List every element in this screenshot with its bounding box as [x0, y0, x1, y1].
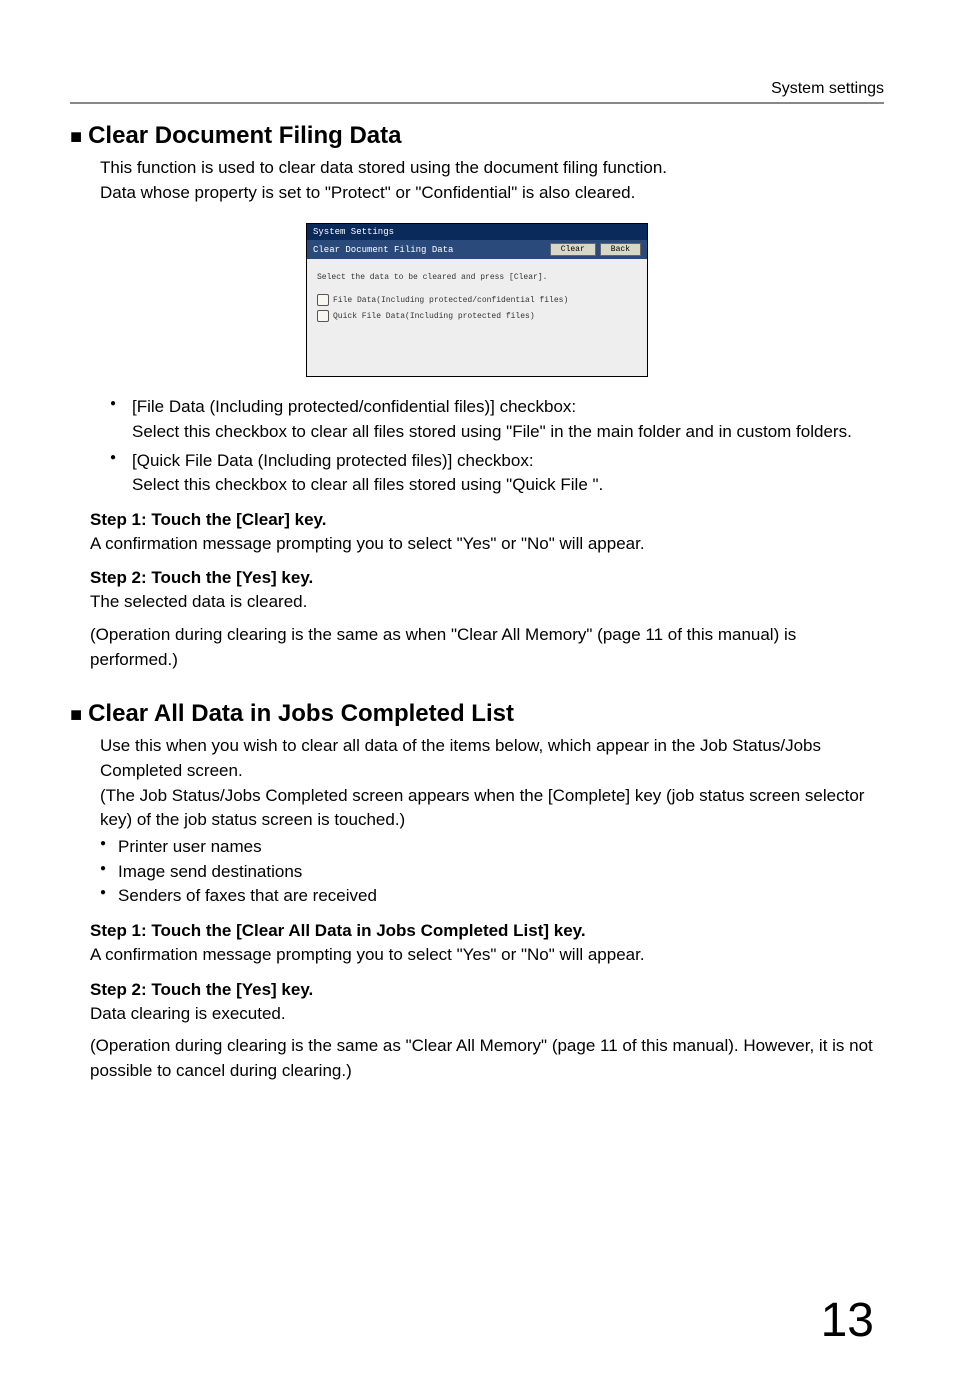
bullet-file-data-body: Select this checkbox to clear all files …	[132, 420, 884, 445]
s2-step2-body1: Data clearing is executed.	[90, 1002, 884, 1027]
item-printer-user-names: Printer user names	[100, 835, 884, 860]
section1-title-text: Clear Document Filing Data	[88, 122, 401, 149]
s1-step1-body: A confirmation message prompting you to …	[90, 532, 884, 557]
section1-intro1: This function is used to clear data stor…	[100, 156, 884, 181]
s1-step2-body2: (Operation during clearing is the same a…	[90, 623, 884, 672]
bullet-file-data: [File Data (Including protected/confiden…	[110, 395, 884, 444]
section2-intro1: Use this when you wish to clear all data…	[100, 734, 884, 783]
s2-step2-title: Step 2: Touch the [Yes] key.	[90, 980, 884, 1000]
section2-intro2: (The Job Status/Jobs Completed screen ap…	[100, 784, 884, 833]
bullet-quick-file-head: [Quick File Data (Including protected fi…	[132, 451, 534, 470]
ss-check-file-data[interactable]	[317, 294, 329, 306]
s2-step1-body: A confirmation message prompting you to …	[90, 943, 884, 968]
ss-system-settings: System Settings	[307, 224, 647, 240]
ss-title: Clear Document Filing Data	[313, 245, 550, 255]
section2-title-text: Clear All Data in Jobs Completed List	[88, 700, 514, 727]
section2-title: ■ Clear All Data in Jobs Completed List	[70, 700, 884, 728]
s1-step2-body1: The selected data is cleared.	[90, 590, 884, 615]
item-image-send-dest: Image send destinations	[100, 860, 884, 885]
bullet-quick-file: [Quick File Data (Including protected fi…	[110, 449, 884, 498]
s1-step2-title: Step 2: Touch the [Yes] key.	[90, 568, 884, 588]
s1-step1-title: Step 1: Touch the [Clear] key.	[90, 510, 884, 530]
square-bullet-icon: ■	[70, 704, 82, 726]
ss-check-quick-file[interactable]	[317, 310, 329, 322]
s2-step2-body2: (Operation during clearing is the same a…	[90, 1034, 884, 1083]
item-senders-faxes: Senders of faxes that are received	[100, 884, 884, 909]
page-header: System settings	[70, 80, 884, 104]
ss-file-data-label: File Data(Including protected/confidenti…	[333, 296, 568, 305]
page-number: 13	[70, 1293, 884, 1348]
ss-quick-file-label: Quick File Data(Including protected file…	[333, 312, 535, 321]
bullet-quick-file-body: Select this checkbox to clear all files …	[132, 473, 884, 498]
bullet-file-data-head: [File Data (Including protected/confiden…	[132, 397, 576, 416]
section1-intro2: Data whose property is set to "Protect" …	[100, 181, 884, 206]
ss-clear-button[interactable]: Clear	[550, 243, 596, 256]
ss-instruction: Select the data to be cleared and press …	[317, 273, 637, 282]
square-bullet-icon: ■	[70, 126, 82, 148]
s2-step1-title: Step 1: Touch the [Clear All Data in Job…	[90, 921, 884, 941]
embedded-screenshot: System Settings Clear Document Filing Da…	[306, 223, 648, 377]
section1-title: ■ Clear Document Filing Data	[70, 122, 884, 150]
ss-back-button[interactable]: Back	[600, 243, 641, 256]
